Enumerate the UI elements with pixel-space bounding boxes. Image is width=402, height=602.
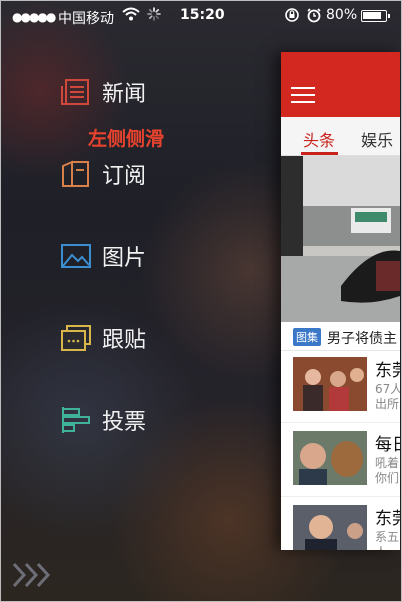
screen-border <box>0 0 402 602</box>
